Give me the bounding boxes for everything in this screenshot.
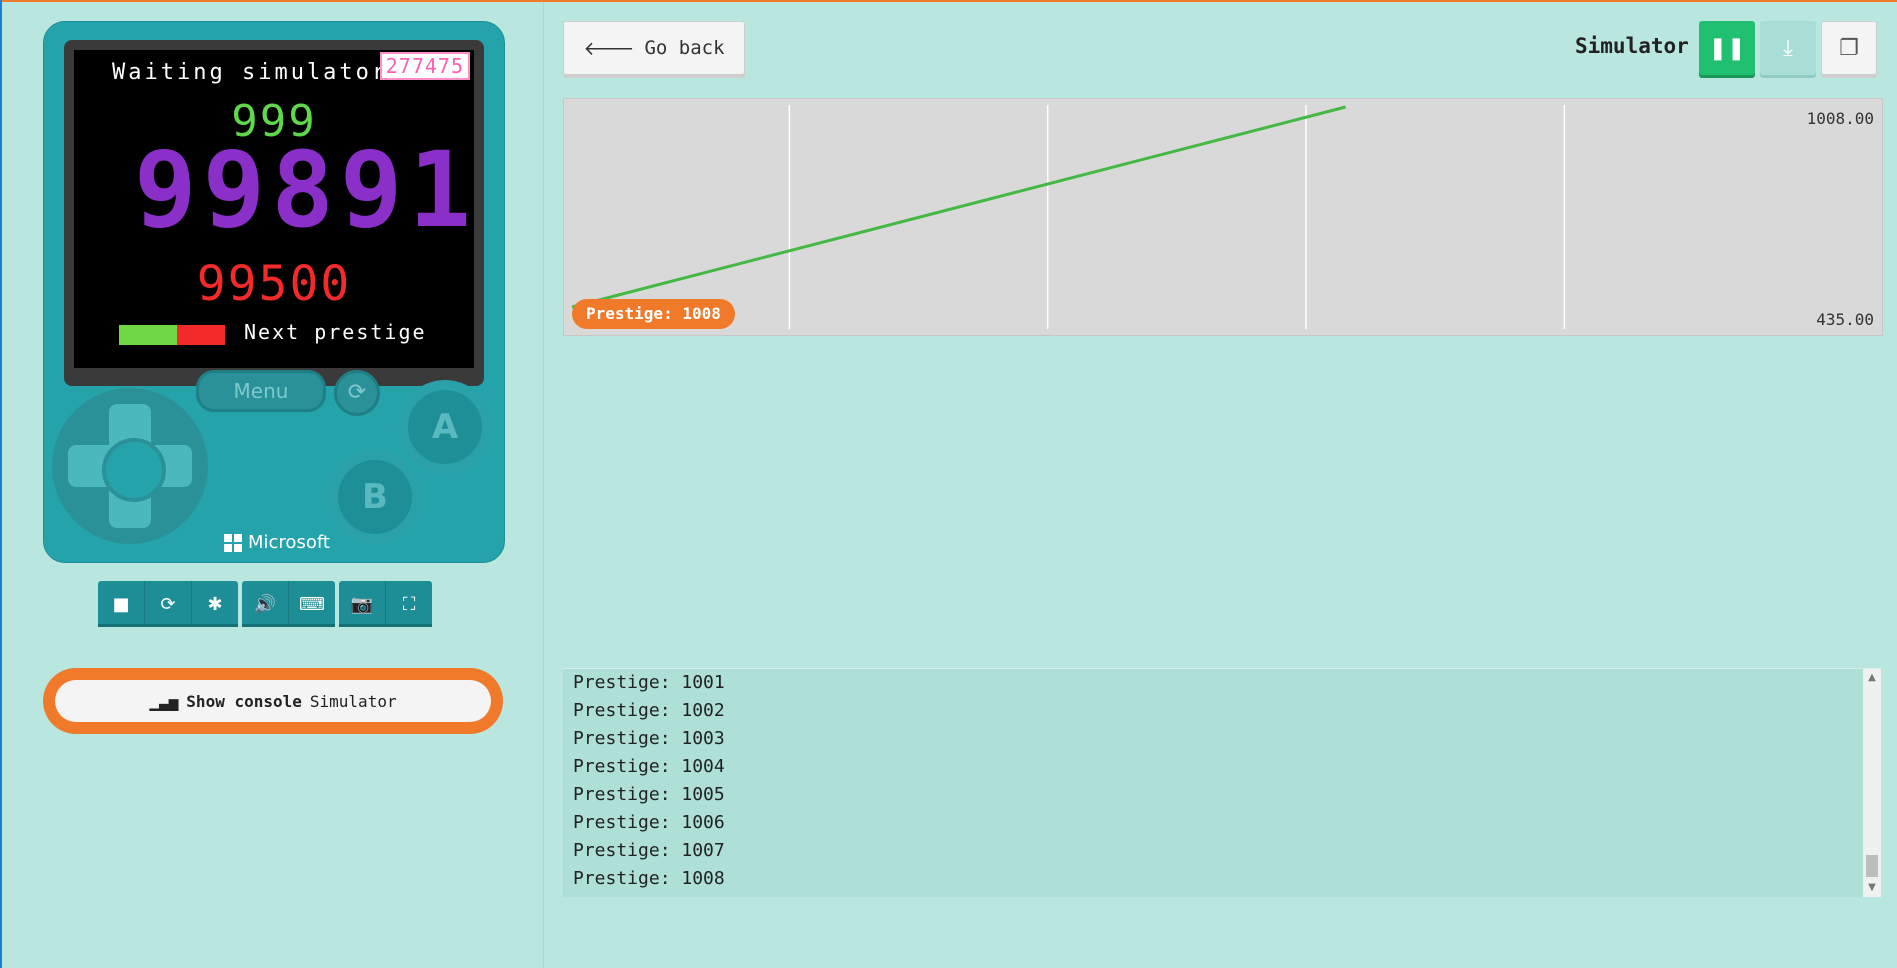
toolbar-group-run: ■ ⟳ ✱: [98, 581, 238, 627]
pause-button[interactable]: ❚❚: [1699, 21, 1755, 75]
keyboard-icon: ⌨: [299, 593, 325, 615]
screen-bezel: Waiting simulator... 277475 999 99891 99…: [64, 40, 484, 386]
simulator-label: Simulator: [1575, 34, 1689, 58]
a-button[interactable]: A: [398, 380, 492, 474]
prestige-progress-bar: [119, 325, 225, 345]
download-icon: ⤓: [1783, 35, 1793, 61]
console-scrollbar[interactable]: ▲ ▼: [1863, 669, 1881, 897]
console-line: Prestige: 1004: [573, 756, 725, 777]
fullscreen-icon: ⛶: [402, 593, 416, 615]
data-chart: 1008.00 435.00 Prestige: 1008: [563, 98, 1883, 336]
fullscreen-button[interactable]: ⛶: [386, 581, 432, 627]
y-max-label: 1008.00: [1806, 109, 1874, 128]
scroll-thumb[interactable]: [1866, 855, 1878, 877]
keyboard-button[interactable]: ⌨: [289, 581, 335, 627]
arrow-left-icon: 🡐: [583, 37, 635, 60]
show-console-label: Show console: [186, 691, 302, 711]
sound-icon: 🔊: [253, 593, 277, 615]
series-line-prestige: [571, 105, 1346, 309]
progress-fill: [119, 325, 178, 345]
stop-button[interactable]: ■: [98, 581, 145, 627]
copy-icon: ❐: [1839, 35, 1859, 61]
progress-label: Next prestige: [244, 320, 427, 344]
screenshot-icon: 📷: [350, 593, 374, 615]
console-line: Prestige: 1006: [573, 812, 725, 833]
restart-icon: ⟳: [160, 593, 176, 615]
series-badge: Prestige: 1008: [572, 299, 735, 329]
dpad[interactable]: [52, 388, 208, 544]
console-line: Prestige: 1007: [573, 840, 725, 861]
microsoft-logo: Microsoft: [224, 532, 330, 553]
chart-bars-icon: ▁▃▅: [149, 691, 179, 711]
sound-button[interactable]: 🔊: [242, 581, 289, 627]
popout-button[interactable]: ❐: [1821, 21, 1877, 75]
scroll-up-icon[interactable]: ▲: [1863, 669, 1881, 687]
b-button[interactable]: B: [328, 450, 422, 544]
console-lines: Prestige: 1001 Prestige: 1002 Prestige: 10…: [573, 669, 725, 893]
go-back-label: Go back: [644, 37, 725, 59]
console-line: Prestige: 1008: [573, 868, 725, 889]
bottom-number: 99500: [196, 256, 352, 312]
debug-button[interactable]: ✱: [192, 581, 238, 627]
stop-icon: ■: [112, 593, 130, 615]
go-back-button[interactable]: 🡐 Go back: [563, 21, 745, 75]
console-line: Prestige: 1005: [573, 784, 725, 805]
show-console-sublabel: Simulator: [309, 691, 397, 711]
restart-button[interactable]: ⟳: [145, 581, 192, 627]
y-min-label: 435.00: [1816, 310, 1874, 329]
screenshot-button[interactable]: 📷: [339, 581, 386, 627]
toolbar-group-io: 🔊 ⌨: [242, 581, 335, 627]
menu-button[interactable]: Menu: [196, 370, 326, 412]
counter-badge: 277475: [379, 52, 470, 80]
brand-label: Microsoft: [248, 532, 330, 553]
scroll-down-icon[interactable]: ▼: [1863, 879, 1881, 897]
reset-button[interactable]: ⟳: [334, 370, 380, 416]
simulator-toolbar: ■ ⟳ ✱ 🔊 ⌨ 📷 ⛶: [98, 581, 432, 627]
console-output[interactable]: Prestige: 1001 Prestige: 1002 Prestige: 10…: [563, 668, 1881, 897]
toolbar-group-view: 📷 ⛶: [339, 581, 432, 627]
arcade-device: Waiting simulator... 277475 999 99891 99…: [43, 21, 505, 563]
windows-logo-icon: [224, 533, 242, 552]
dpad-center: [102, 438, 166, 502]
chart-svg: [571, 105, 1566, 329]
download-button[interactable]: ⤓: [1760, 21, 1816, 75]
console-line: Prestige: 1002: [573, 700, 725, 721]
debug-icon: ✱: [207, 593, 223, 615]
refresh-icon: ⟳: [347, 380, 367, 405]
console-line: Prestige: 1003: [573, 728, 725, 749]
main-number: 99891: [134, 129, 474, 251]
show-console-inner[interactable]: ▁▃▅ Show console Simulator: [55, 680, 491, 722]
game-screen[interactable]: Waiting simulator... 277475 999 99891 99…: [74, 50, 474, 368]
panel-divider: [543, 2, 544, 968]
pause-icon: ❚❚: [1708, 35, 1746, 61]
show-console-button[interactable]: ▁▃▅ Show console Simulator: [43, 668, 503, 734]
console-line: Prestige: 1001: [573, 672, 725, 693]
